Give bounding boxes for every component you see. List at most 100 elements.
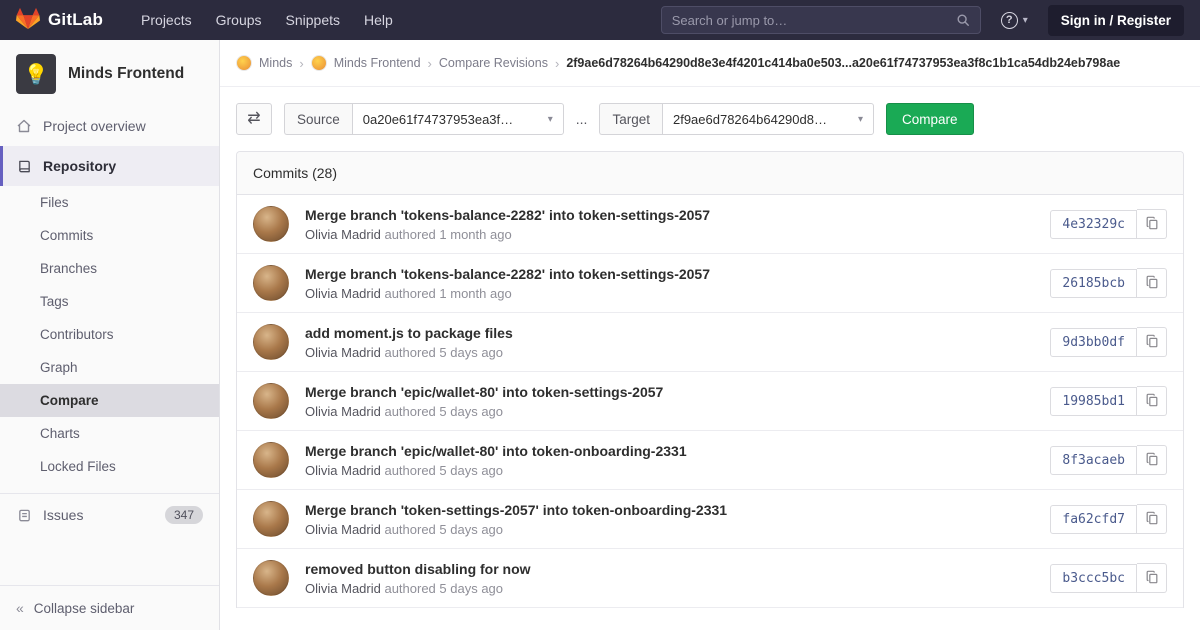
project-avatar-icon: 💡 <box>16 54 56 94</box>
user-avatar[interactable] <box>253 560 289 596</box>
commit-title-link[interactable]: removed button disabling for now <box>305 561 1034 577</box>
commit-row: Merge branch 'token-settings-2057' into … <box>237 490 1183 549</box>
copy-icon <box>1145 216 1159 233</box>
commit-time: authored 5 days ago <box>381 463 503 478</box>
commit-author-link[interactable]: Olivia Madrid <box>305 581 381 596</box>
copy-icon <box>1145 334 1159 351</box>
commit-title-link[interactable]: Merge branch 'tokens-balance-2282' into … <box>305 207 1034 223</box>
user-avatar[interactable] <box>253 501 289 537</box>
user-avatar[interactable] <box>253 265 289 301</box>
sidebar-item-files[interactable]: Files <box>0 186 219 219</box>
commit-title-link[interactable]: add moment.js to package files <box>305 325 1034 341</box>
commit-row: Merge branch 'epic/wallet-80' into token… <box>237 431 1183 490</box>
copy-sha-button[interactable] <box>1137 445 1167 475</box>
sidebar-item-locked-files[interactable]: Locked Files <box>0 450 219 483</box>
sidebar-item-graph[interactable]: Graph <box>0 351 219 384</box>
user-avatar[interactable] <box>253 324 289 360</box>
breadcrumb: Minds › Minds Frontend › Compare Revisio… <box>220 40 1200 87</box>
sidebar-item-issues[interactable]: Issues 347 <box>0 493 219 536</box>
project-sidebar: 💡 Minds Frontend Project overview <box>0 40 220 630</box>
sidebar-item-project-overview[interactable]: Project overview <box>0 106 219 146</box>
copy-icon <box>1145 570 1159 587</box>
sidebar-item-label: Issues <box>43 507 154 523</box>
commits-panel: Commits (28) Merge branch 'tokens-balanc… <box>236 151 1184 608</box>
breadcrumb-current-range: 2f9ae6d78264b64290d8e3e4f4201c414ba0e503… <box>566 56 1120 70</box>
sidebar-item-repository[interactable]: Repository <box>0 146 219 186</box>
commit-sha-link[interactable]: 19985bd1 <box>1050 387 1137 416</box>
gitlab-home-link[interactable]: GitLab <box>16 7 103 33</box>
compare-button[interactable]: Compare <box>886 103 974 135</box>
nav-snippets[interactable]: Snippets <box>274 0 352 40</box>
sidebar-item-charts[interactable]: Charts <box>0 417 219 450</box>
commit-time: authored 5 days ago <box>381 581 503 596</box>
sign-in-button[interactable]: Sign in / Register <box>1048 5 1184 36</box>
commit-sha-link[interactable]: 4e32329c <box>1050 210 1137 239</box>
commit-author-link[interactable]: Olivia Madrid <box>305 345 381 360</box>
commit-sha-link[interactable]: b3ccc5bc <box>1050 564 1137 593</box>
copy-icon <box>1145 452 1159 469</box>
target-group: Target 2f9ae6d78264b64290d8… ▾ <box>599 103 874 135</box>
nav-projects[interactable]: Projects <box>129 0 204 40</box>
chevron-right-icon: › <box>299 56 303 71</box>
breadcrumb-compare-revisions[interactable]: Compare Revisions <box>439 56 548 70</box>
commit-row: add moment.js to package files Olivia Ma… <box>237 313 1183 372</box>
collapse-chevrons-icon: « <box>16 600 24 616</box>
copy-sha-button[interactable] <box>1137 327 1167 357</box>
commit-time: authored 5 days ago <box>381 404 503 419</box>
source-revision-dropdown[interactable]: 0a20e61f74737953ea3f… ▾ <box>352 103 564 135</box>
nav-help[interactable]: Help <box>352 0 405 40</box>
collapse-sidebar-button[interactable]: « Collapse sidebar <box>0 585 219 630</box>
commit-sha-link[interactable]: 9d3bb0df <box>1050 328 1137 357</box>
copy-sha-button[interactable] <box>1137 209 1167 239</box>
commit-title-link[interactable]: Merge branch 'tokens-balance-2282' into … <box>305 266 1034 282</box>
navbar-right: ? ▾ Sign in / Register <box>661 5 1184 36</box>
commit-title-link[interactable]: Merge branch 'epic/wallet-80' into token… <box>305 443 1034 459</box>
user-avatar[interactable] <box>253 442 289 478</box>
commit-sha-link[interactable]: 8f3acaeb <box>1050 446 1137 475</box>
target-revision-dropdown[interactable]: 2f9ae6d78264b64290d8… ▾ <box>662 103 874 135</box>
sidebar-item-commits[interactable]: Commits <box>0 219 219 252</box>
breadcrumb-minds-frontend[interactable]: Minds Frontend <box>334 56 421 70</box>
commit-title-link[interactable]: Merge branch 'token-settings-2057' into … <box>305 502 1034 518</box>
search-input[interactable] <box>672 13 956 28</box>
swap-revisions-button[interactable]: ⇄ <box>236 103 272 135</box>
commit-time: authored 5 days ago <box>381 345 503 360</box>
nav-groups[interactable]: Groups <box>204 0 274 40</box>
user-avatar[interactable] <box>253 206 289 242</box>
copy-sha-button[interactable] <box>1137 504 1167 534</box>
source-revision-value: 0a20e61f74737953ea3f… <box>363 112 513 127</box>
minds-group-avatar <box>236 55 252 71</box>
collapse-sidebar-label: Collapse sidebar <box>34 601 135 616</box>
breadcrumb-minds[interactable]: Minds <box>259 56 292 70</box>
commit-title-link[interactable]: Merge branch 'epic/wallet-80' into token… <box>305 384 1034 400</box>
copy-sha-button[interactable] <box>1137 268 1167 298</box>
sidebar-item-branches[interactable]: Branches <box>0 252 219 285</box>
commit-sha-link[interactable]: 26185bcb <box>1050 269 1137 298</box>
copy-sha-button[interactable] <box>1137 563 1167 593</box>
sidebar-item-contributors[interactable]: Contributors <box>0 318 219 351</box>
minds-frontend-avatar <box>311 55 327 71</box>
commit-author-link[interactable]: Olivia Madrid <box>305 522 381 537</box>
user-avatar[interactable] <box>253 383 289 419</box>
sidebar-item-tags[interactable]: Tags <box>0 285 219 318</box>
commit-sha-link[interactable]: fa62cfd7 <box>1050 505 1137 534</box>
commit-author-link[interactable]: Olivia Madrid <box>305 404 381 419</box>
commit-author-link[interactable]: Olivia Madrid <box>305 286 381 301</box>
copy-sha-button[interactable] <box>1137 386 1167 416</box>
swap-arrows-icon: ⇄ <box>247 111 260 127</box>
sidebar-project-link[interactable]: 💡 Minds Frontend <box>0 40 219 106</box>
help-dropdown[interactable]: ? ▾ <box>1001 12 1028 29</box>
commit-time: authored 1 month ago <box>381 227 512 242</box>
issues-count-badge: 347 <box>165 506 203 524</box>
project-name: Minds Frontend <box>68 65 184 83</box>
commits-count-header: Commits (28) <box>237 152 1183 195</box>
commit-author-link[interactable]: Olivia Madrid <box>305 227 381 242</box>
target-revision-value: 2f9ae6d78264b64290d8… <box>673 112 827 127</box>
sidebar-item-label: Repository <box>43 158 116 174</box>
sidebar-item-label: Project overview <box>43 118 146 134</box>
commit-row: Merge branch 'tokens-balance-2282' into … <box>237 254 1183 313</box>
commit-author-link[interactable]: Olivia Madrid <box>305 463 381 478</box>
commit-row: Merge branch 'tokens-balance-2282' into … <box>237 195 1183 254</box>
sidebar-item-compare[interactable]: Compare <box>0 384 219 417</box>
search-bar[interactable] <box>661 6 981 34</box>
